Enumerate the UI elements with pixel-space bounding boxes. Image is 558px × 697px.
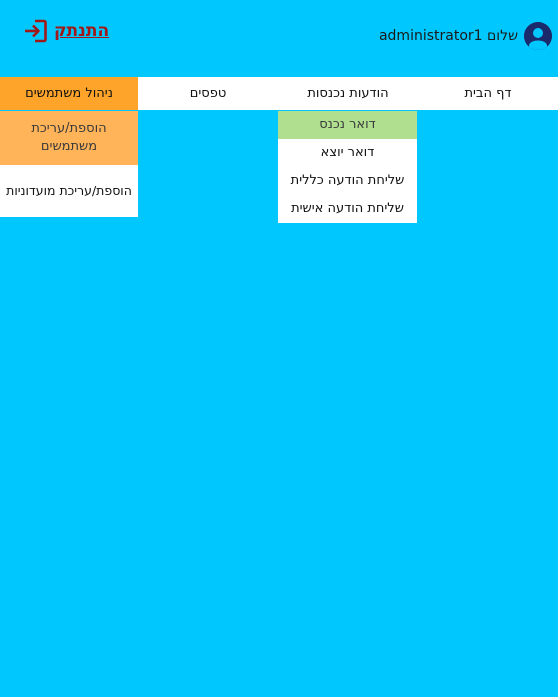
user-avatar-icon[interactable]	[524, 22, 552, 50]
logout-button[interactable]: התנתק	[22, 18, 109, 44]
menu-item-outbox[interactable]: דואר יוצא	[278, 139, 417, 167]
main-nav: דף הבית הודעות נכנסות טפסים ניהול משתמשי…	[0, 77, 558, 110]
nav-item-home[interactable]: דף הבית	[418, 77, 558, 110]
menu-item-edit-clubs[interactable]: הוספת/עריכת מועדוניות	[0, 165, 138, 217]
sign-out-icon[interactable]	[22, 18, 48, 44]
menu-item-inbox[interactable]: דואר נכנס	[278, 111, 417, 139]
greeting-text: שלום administrator1	[378, 28, 518, 44]
users-dropdown: הוספת/עריכת משתמשים הוספת/עריכת מועדוניו…	[0, 111, 138, 217]
menu-item-send-personal-message[interactable]: שליחת הודעה אישית	[278, 195, 417, 223]
menu-item-send-general-message[interactable]: שליחת הודעה כללית	[278, 167, 417, 195]
messages-dropdown: דואר נכנס דואר יוצא שליחת הודעה כללית של…	[278, 111, 417, 223]
menu-item-edit-users[interactable]: הוספת/עריכת משתמשים	[0, 111, 138, 165]
nav-item-incoming-messages[interactable]: הודעות נכנסות	[278, 77, 418, 110]
nav-item-forms[interactable]: טפסים	[138, 77, 278, 110]
nav-item-user-management[interactable]: ניהול משתמשים	[0, 77, 138, 110]
logout-label[interactable]: התנתק	[54, 21, 109, 41]
user-area: שלום administrator1	[379, 21, 552, 51]
